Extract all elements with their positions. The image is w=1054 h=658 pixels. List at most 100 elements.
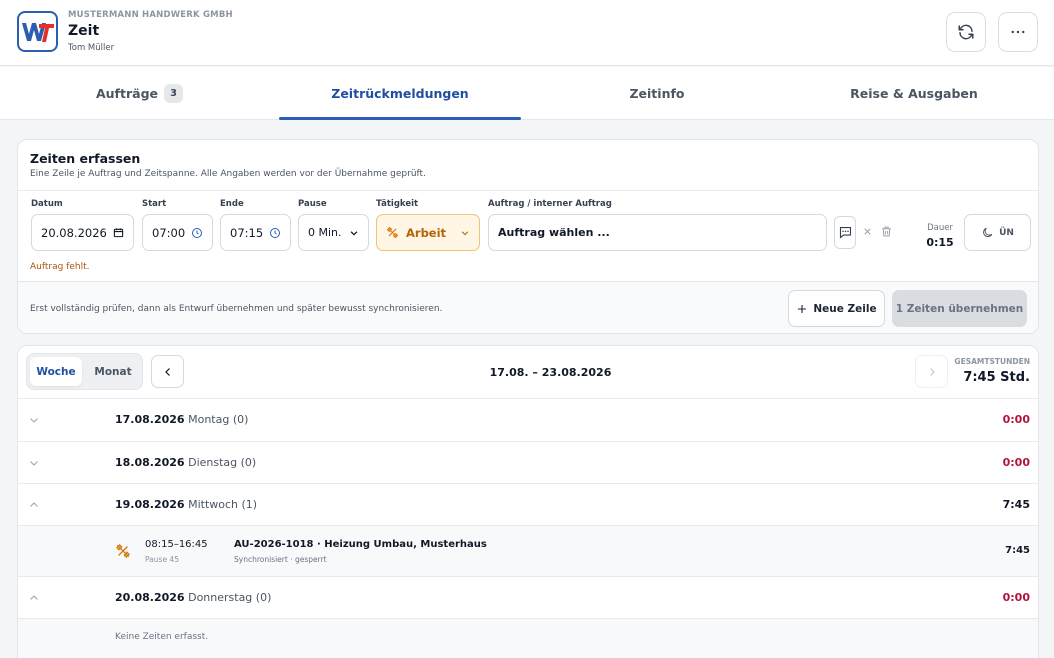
tab-auftraege[interactable]: Aufträge 3 [0,67,279,119]
close-icon[interactable] [862,226,873,237]
end-time-input[interactable]: 07:15 [220,214,291,251]
chevron-left-icon [164,367,170,376]
company-name: MUSTERMANN HANDWERK GMBH [68,10,233,20]
chevron-up-icon [30,502,38,507]
tab-count-badge: 3 [164,83,183,103]
activity-value: Arbeit [406,225,447,240]
tab-reise-ausgaben[interactable]: Reise & Ausgaben [793,67,1035,119]
apply-label: 1 Zeiten übernehmen [895,302,1024,315]
entry-status: Synchronisiert · gesperrt [234,555,327,564]
chevron-up-icon [30,595,38,600]
start-time-input[interactable]: 07:00 [142,214,213,251]
empty-message: Keine Zeiten erfasst. [115,632,209,642]
start-label: Start [142,199,167,209]
day-total: 0:00 [1002,456,1030,469]
date-value: 20.08.2026 [41,225,107,240]
chevron-down-icon [350,230,358,236]
comment-icon [839,226,851,239]
auftrag-label: Auftrag / interner Auftrag [488,199,612,209]
period-switch: Woche Monat [26,353,143,390]
company-logo-mark [21,22,54,42]
entry-total: 7:45 [1005,545,1030,556]
entry-footer: Erst vollständig prüfen, dann als Entwur… [18,281,1038,333]
day-date: 17.08.2026 [115,413,185,426]
comment-button[interactable] [834,216,856,249]
trash-icon[interactable] [880,225,893,238]
period-month[interactable]: Monat [85,357,141,386]
day-heading: 18.08.2026 Dienstag (0) [115,456,256,469]
chevron-right-icon [929,367,935,376]
day-date: 19.08.2026 [115,498,185,511]
taetigkeit-label: Tätigkeit [376,199,419,209]
tab-label: Zeitinfo [629,85,685,101]
day-name: Montag (0) [188,413,249,426]
tab-zeitinfo[interactable]: Zeitinfo [521,67,793,119]
day-row[interactable]: 19.08.2026 Mittwoch (1) 7:45 [18,483,1038,525]
tab-bar: Aufträge 3 Zeitrückmeldungen Zeitinfo Re… [0,67,1054,120]
new-row-button[interactable]: Neue Zeile [788,290,885,327]
chevron-down-icon [461,230,469,235]
moon-icon [983,227,993,238]
day-name: Dienstag (0) [188,456,257,469]
clock-icon [192,227,202,238]
overnight-label: ÜN [999,227,1014,238]
pause-value: 0 Min. [308,226,342,239]
datum-label: Datum [31,199,63,209]
chevron-down-icon [30,461,38,466]
clock-icon [270,227,280,238]
order-select[interactable]: Auftrag wählen ... [488,214,827,251]
duration-value: 0:15 [926,236,954,249]
period-week[interactable]: Woche [30,357,82,386]
calendar-icon [113,228,124,238]
pause-label: Pause [298,199,327,209]
next-week-button[interactable] [915,355,948,388]
day-row[interactable]: 18.08.2026 Dienstag (0) 0:00 [18,441,1038,483]
time-entry-card: Zeiten erfassen Eine Zeile je Auftrag un… [17,139,1039,334]
order-value: Auftrag wählen ... [498,226,610,239]
day-row[interactable]: 17.08.2026 Montag (0) 0:00 [18,398,1038,441]
chevron-down-icon [30,418,38,423]
footer-hint: Erst vollständig prüfen, dann als Entwur… [30,304,443,314]
prev-week-button[interactable] [151,355,184,388]
tab-zeitrueckmeldungen[interactable]: Zeitrückmeldungen [279,67,521,120]
day-heading: 19.08.2026 Mittwoch (1) [115,498,257,511]
entry-pause: Pause 45 [145,555,179,564]
empty-day-row: Keine Zeiten erfasst. [18,618,1038,658]
week-overview-card: Woche Monat 17.08. – 23.08.2026 GESAMTST… [17,345,1039,658]
tab-label: Aufträge [95,85,158,101]
day-name: Donnerstag (0) [188,591,272,604]
end-value: 07:15 [230,225,264,240]
day-date: 18.08.2026 [115,456,185,469]
day-name: Mittwoch (1) [188,498,258,511]
day-total: 0:00 [1002,413,1030,426]
more-button[interactable] [998,12,1038,52]
date-input[interactable]: 20.08.2026 [31,214,134,251]
week-range: 17.08. – 23.08.2026 [489,366,612,379]
entry-order: AU-2026-1018 · Heizung Umbau, Musterhaus [234,539,487,550]
plus-icon [798,304,807,313]
activity-select[interactable]: Arbeit [376,214,480,251]
duration-label: Dauer [927,223,953,233]
pause-select[interactable]: 0 Min. [298,214,369,251]
overnight-toggle[interactable]: ÜN [964,214,1031,251]
day-row[interactable]: 20.08.2026 Donnerstag (0) 0:00 [18,576,1038,618]
total-value: 7:45 Std. [963,370,1030,385]
divider [18,190,1038,191]
new-row-label: Neue Zeile [813,302,877,315]
total-label: GESAMTSTUNDEN [954,357,1030,366]
entry-title: Zeiten erfassen [30,151,141,166]
sync-button[interactable] [946,12,986,52]
time-entry-row[interactable]: 08:15–16:45 Pause 45 AU-2026-1018 · Heiz… [18,525,1038,576]
day-heading: 20.08.2026 Donnerstag (0) [115,591,271,604]
ende-label: Ende [220,199,244,209]
tab-label: Zeitrückmeldungen [331,85,469,101]
refresh-icon [958,24,974,40]
tools-icon [116,544,130,558]
error-message: Auftrag fehlt. [30,262,90,272]
page-title: Zeit [68,23,100,39]
user-name: Tom Müller [68,43,115,53]
apply-times-button[interactable]: 1 Zeiten übernehmen [892,290,1027,327]
start-value: 07:00 [152,225,186,240]
tab-label: Reise & Ausgaben [850,85,978,101]
tools-icon [386,226,399,239]
